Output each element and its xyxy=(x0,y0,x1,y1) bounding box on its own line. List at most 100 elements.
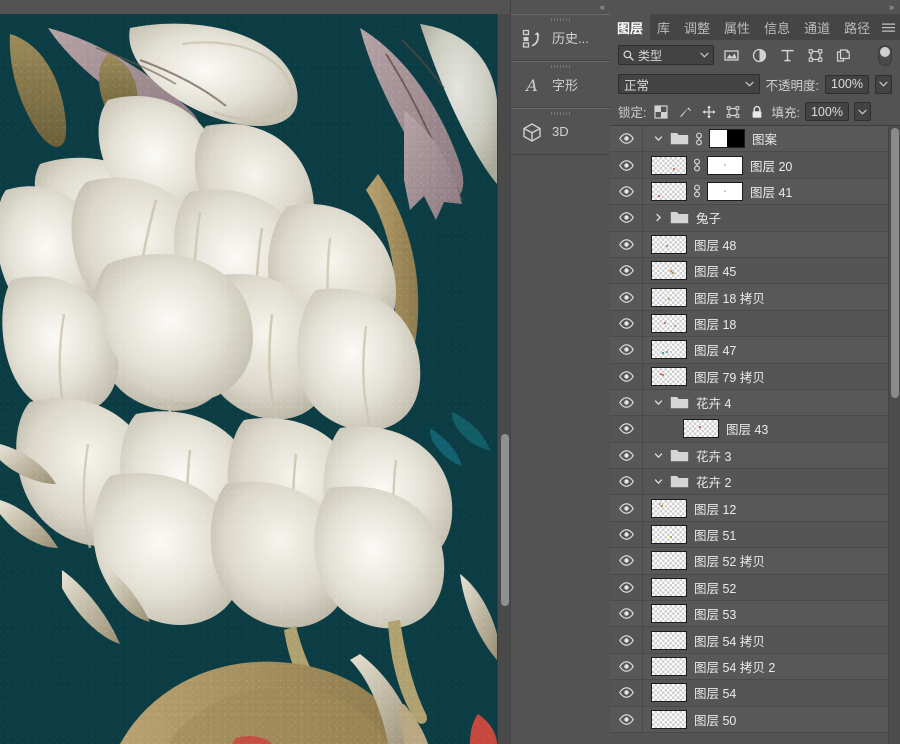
layer-visibility-toggle[interactable] xyxy=(610,469,643,495)
layer-thumbnail[interactable] xyxy=(651,181,687,201)
tab-channels[interactable]: 通道 xyxy=(797,14,837,40)
layer-list-container[interactable]: 图案 图层 20 图层 41 兔子 图层 48 图层 45 图层 18 拷贝 图层 18 图层 … xyxy=(610,126,900,744)
layer-list[interactable]: 图案 图层 20 图层 41 兔子 图层 48 图层 45 图层 18 拷贝 图层 18 图层 … xyxy=(610,126,888,744)
filter-adjustment-button[interactable] xyxy=(748,45,770,65)
layer-row-body[interactable]: 图层 12 xyxy=(643,495,888,520)
layer-visibility-toggle[interactable] xyxy=(610,205,643,231)
layer-visibility-toggle[interactable] xyxy=(610,152,643,178)
layer-row[interactable]: 图层 47 xyxy=(610,337,888,364)
group-collapse-toggle[interactable] xyxy=(651,132,665,146)
layer-thumbnail[interactable] xyxy=(651,709,687,729)
layer-row[interactable]: 图层 51 xyxy=(610,521,888,549)
layer-row-body[interactable]: 图层 52 xyxy=(643,575,888,600)
layer-row-body[interactable]: 图层 45 xyxy=(643,258,888,283)
layer-row-body[interactable]: 图层 43 xyxy=(643,416,888,441)
layer-row[interactable]: 花卉 3 xyxy=(610,442,888,470)
layer-row[interactable]: 图层 52 xyxy=(610,574,888,602)
artboard[interactable] xyxy=(0,14,497,744)
layer-row-body[interactable]: 花卉 3 xyxy=(643,443,888,468)
canvas-vertical-scrollbar[interactable] xyxy=(497,14,510,744)
layer-thumbnail[interactable] xyxy=(651,234,687,254)
opacity-input[interactable]: 100% xyxy=(825,74,869,94)
layer-visibility-toggle[interactable] xyxy=(610,337,643,363)
layer-thumbnail[interactable] xyxy=(651,366,687,386)
layer-visibility-toggle[interactable] xyxy=(610,310,643,337)
layer-row[interactable]: 图层 53 xyxy=(610,601,888,628)
layer-row-body[interactable]: 图层 54 xyxy=(643,680,888,705)
layer-row[interactable]: 图层 41 xyxy=(610,178,888,206)
layer-thumbnail[interactable] xyxy=(683,419,719,439)
layer-thumbnail[interactable] xyxy=(651,551,687,571)
layer-mask-thumbnail[interactable] xyxy=(707,155,743,175)
layer-row-body[interactable]: 图层 53 xyxy=(643,601,888,626)
document-canvas-area[interactable] xyxy=(0,0,510,744)
filter-smart-object-button[interactable] xyxy=(832,45,854,65)
layer-row-body[interactable]: 图层 52 拷贝 xyxy=(643,548,888,573)
layer-visibility-toggle[interactable] xyxy=(610,601,643,627)
layer-thumbnail[interactable] xyxy=(651,683,687,703)
layer-visibility-toggle[interactable] xyxy=(610,178,643,205)
layer-row-body[interactable]: 图层 54 拷贝 2 xyxy=(643,654,888,679)
layer-thumbnail[interactable] xyxy=(651,577,687,597)
layer-row[interactable]: 图层 54 拷贝 2 xyxy=(610,653,888,681)
layer-row[interactable]: 图层 45 xyxy=(610,257,888,285)
layer-row-body[interactable]: 兔子 xyxy=(643,205,888,230)
layer-visibility-toggle[interactable] xyxy=(610,416,643,442)
layer-visibility-toggle[interactable] xyxy=(610,680,643,706)
tab-libraries[interactable]: 库 xyxy=(650,14,677,40)
dock-tab-history[interactable]: 历史... xyxy=(511,14,610,61)
layer-row-body[interactable]: 图层 48 xyxy=(643,232,888,257)
expand-dock-right-icon[interactable]: » xyxy=(889,2,894,12)
layer-row[interactable]: 图层 54 拷贝 xyxy=(610,627,888,654)
layer-thumbnail[interactable] xyxy=(651,657,687,676)
tab-layers[interactable]: 图层 xyxy=(610,14,651,40)
layer-thumbnail[interactable] xyxy=(651,287,687,307)
layer-row-body[interactable]: 图层 20 xyxy=(643,152,888,177)
layer-thumbnail[interactable] xyxy=(651,261,687,281)
layer-row-body[interactable]: 花卉 2 xyxy=(643,469,888,494)
tab-properties[interactable]: 属性 xyxy=(717,14,757,40)
layer-visibility-toggle[interactable] xyxy=(610,627,643,653)
panel-menu-button[interactable] xyxy=(877,14,900,40)
fill-stepper[interactable] xyxy=(853,102,871,121)
tab-paths[interactable]: 路径 xyxy=(837,14,877,40)
layer-row-body[interactable]: 图案 xyxy=(643,126,888,151)
opacity-stepper[interactable] xyxy=(875,74,892,94)
layer-row[interactable]: 图层 52 拷贝 xyxy=(610,548,888,575)
group-collapse-toggle[interactable] xyxy=(651,396,665,410)
lock-all-button[interactable] xyxy=(747,102,766,121)
collapse-dock-left-icon[interactable]: « xyxy=(600,2,605,12)
layer-visibility-toggle[interactable] xyxy=(610,284,643,310)
layers-vertical-scrollbar[interactable] xyxy=(888,126,900,744)
layer-visibility-toggle[interactable] xyxy=(610,257,643,284)
layer-visibility-toggle[interactable] xyxy=(610,495,643,521)
layer-row-body[interactable]: 图层 47 xyxy=(643,337,888,362)
tab-adjustments[interactable]: 调整 xyxy=(677,14,717,40)
layer-row-body[interactable]: 图层 51 xyxy=(643,522,888,547)
layer-row[interactable]: 图案 xyxy=(610,126,888,153)
tab-info[interactable]: 信息 xyxy=(757,14,797,40)
dock-tab-3d[interactable]: 3D xyxy=(511,108,610,155)
layer-row[interactable]: 图层 18 拷贝 xyxy=(610,284,888,311)
lock-position-button[interactable] xyxy=(699,102,718,121)
layer-row[interactable]: 花卉 2 xyxy=(610,469,888,496)
layer-visibility-toggle[interactable] xyxy=(610,574,643,601)
layer-visibility-toggle[interactable] xyxy=(610,126,643,152)
layer-visibility-toggle[interactable] xyxy=(610,548,643,574)
layer-visibility-toggle[interactable] xyxy=(610,442,643,469)
group-expand-toggle[interactable] xyxy=(651,211,665,225)
layer-row-body[interactable]: 图层 18 拷贝 xyxy=(643,284,888,309)
layer-row[interactable]: 图层 18 xyxy=(610,310,888,338)
layer-row-body[interactable]: 花卉 4 xyxy=(643,390,888,415)
layer-row[interactable]: 图层 48 xyxy=(610,231,888,258)
filter-enable-toggle[interactable] xyxy=(878,44,892,66)
layer-visibility-toggle[interactable] xyxy=(610,389,643,416)
lock-image-pixels-button[interactable] xyxy=(675,102,694,121)
layer-thumbnail[interactable] xyxy=(651,525,687,545)
layer-thumbnail[interactable] xyxy=(651,498,687,518)
layer-row-body[interactable]: 图层 41 xyxy=(643,179,888,204)
layer-row[interactable]: 兔子 xyxy=(610,205,888,232)
fill-input[interactable]: 100% xyxy=(804,102,849,121)
dock-tab-glyphs[interactable]: A 字形 xyxy=(511,61,610,108)
layer-visibility-toggle[interactable] xyxy=(610,363,643,389)
